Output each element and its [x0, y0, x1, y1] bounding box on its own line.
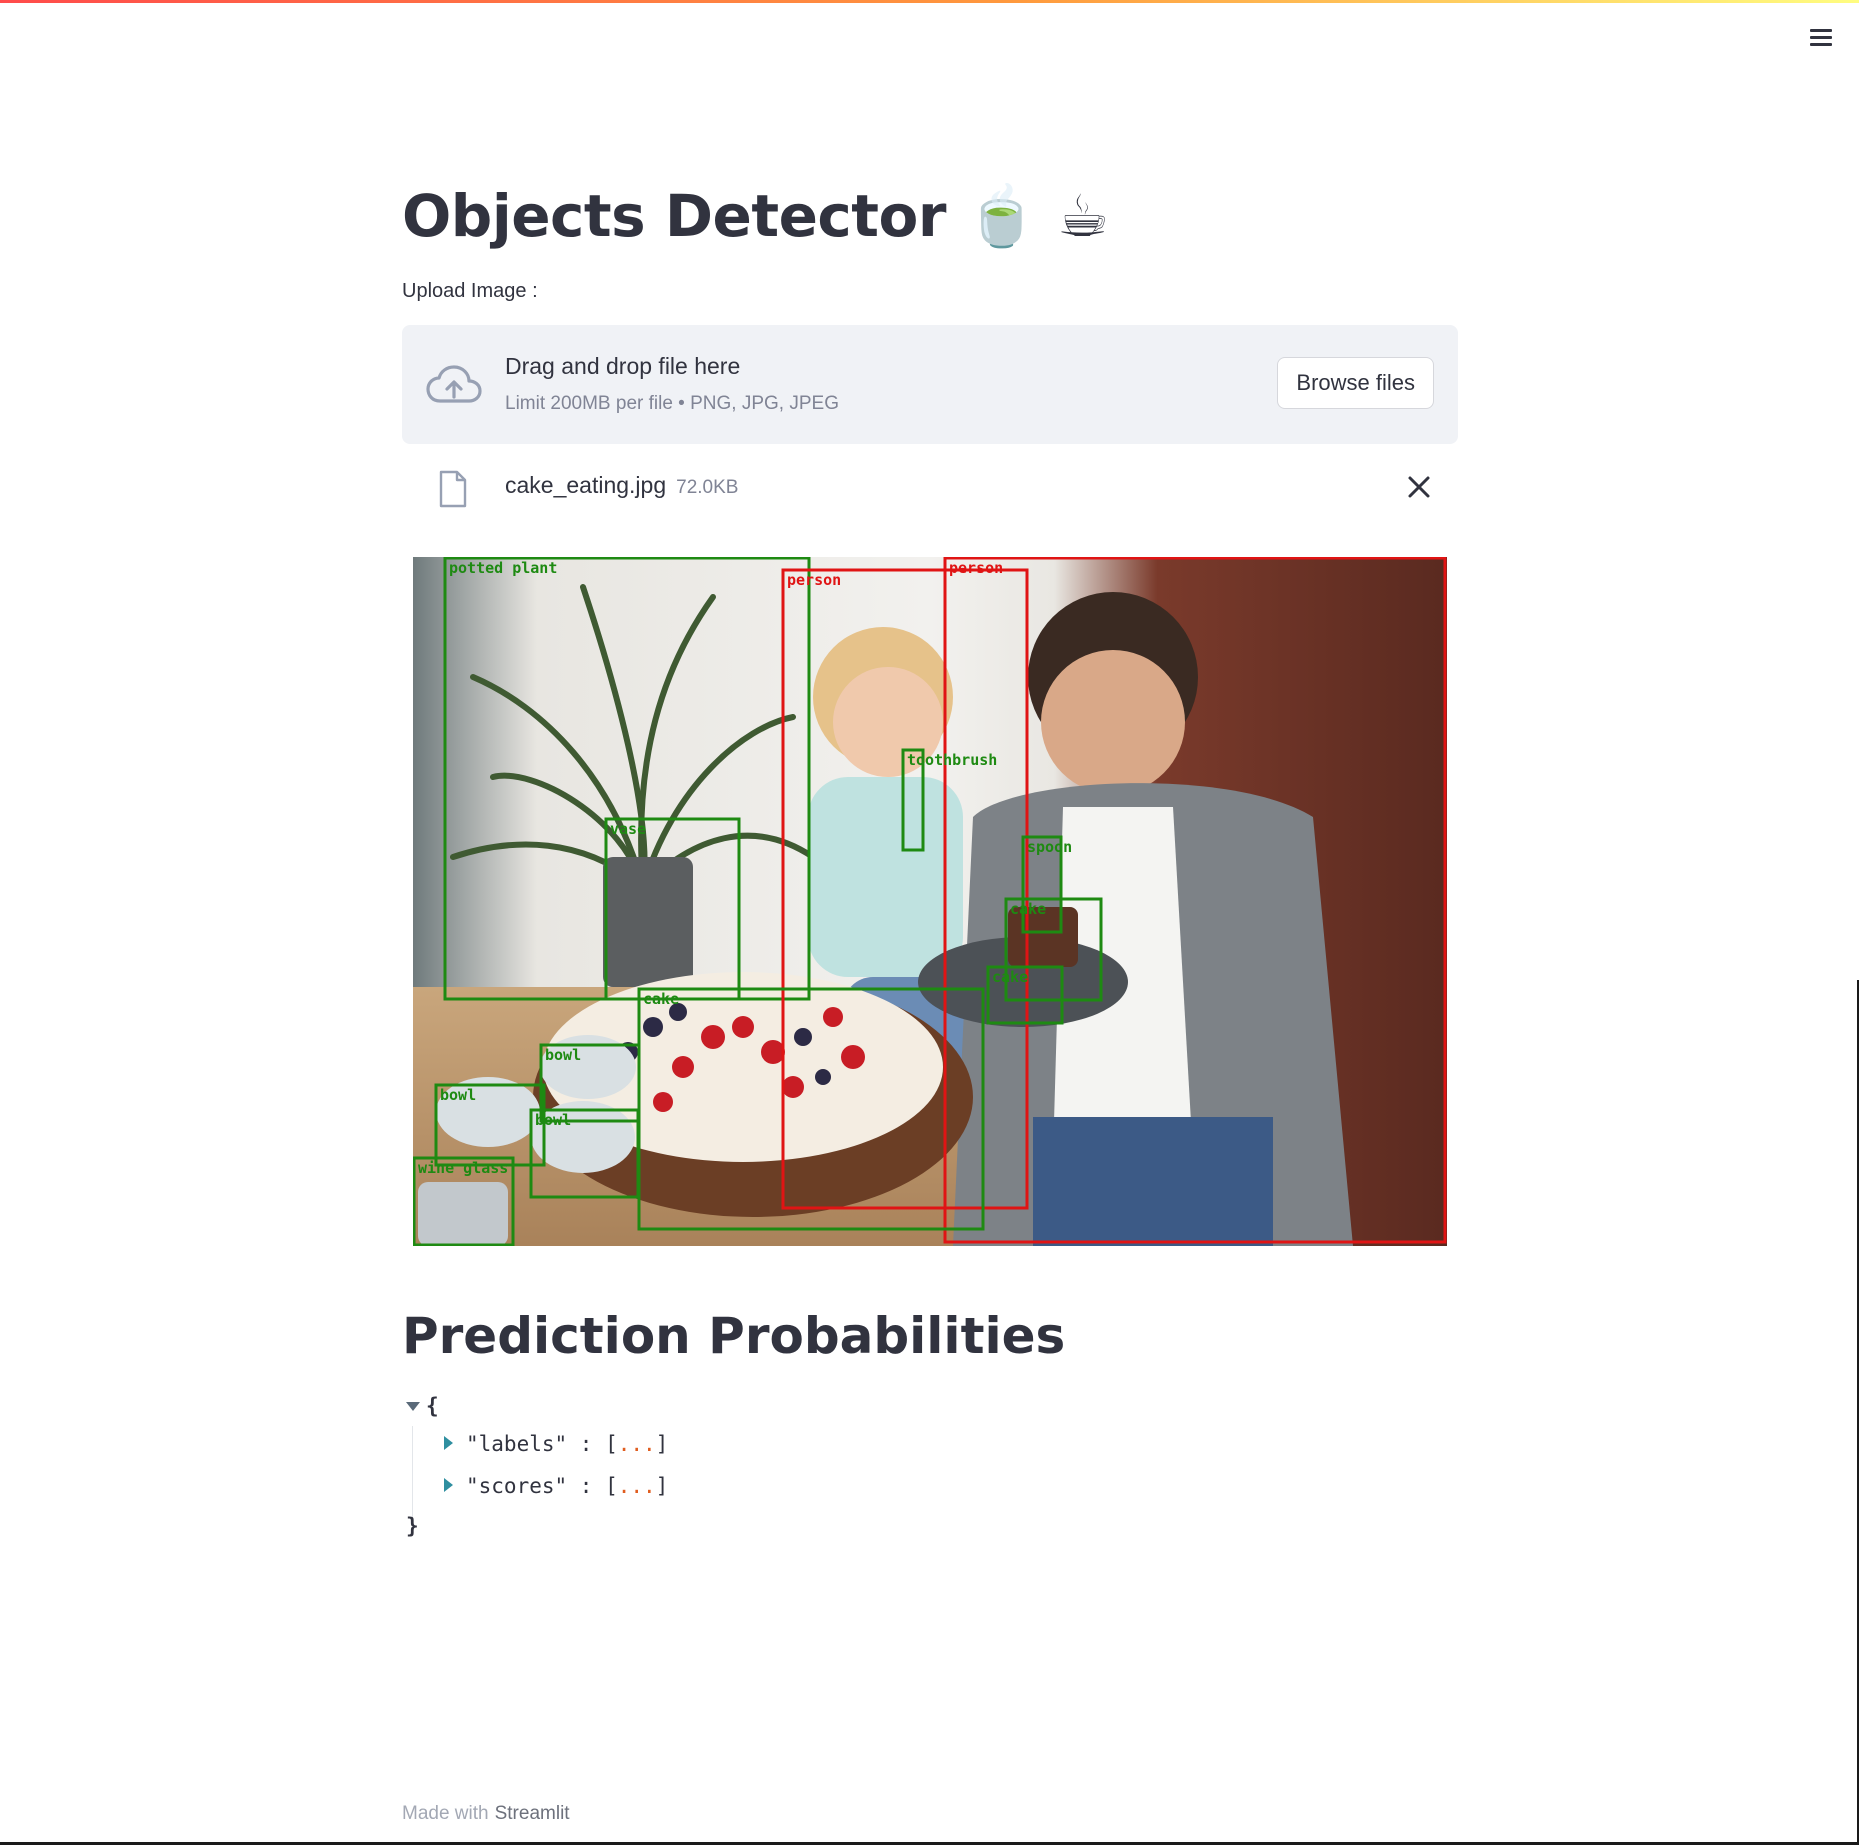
- json-key-labels: "labels": [466, 1432, 568, 1456]
- page-title: Objects Detector 🍵 ☕: [402, 182, 1109, 250]
- svg-text:bowl: bowl: [535, 1111, 571, 1129]
- file-size: 72.0KB: [676, 477, 739, 498]
- photo-man-face: [1041, 650, 1185, 794]
- photo-child-shirt: [808, 777, 963, 977]
- uploaded-file-name: cake_eating.jpg 72.0KB: [505, 472, 738, 499]
- upload-label: Upload Image :: [402, 280, 538, 302]
- json-viewer: { "labels" : [...] "scores" : [...] }: [402, 1394, 1002, 1554]
- footer-made-with: Made with: [402, 1803, 489, 1824]
- json-open-brace: {: [426, 1394, 439, 1418]
- svg-text:cake: cake: [643, 990, 679, 1008]
- json-key-scores: "scores": [466, 1474, 568, 1498]
- json-row-labels[interactable]: "labels" : [...]: [466, 1432, 668, 1456]
- footer-streamlit-link[interactable]: Streamlit: [495, 1803, 570, 1824]
- dropzone-title: Drag and drop file here: [505, 353, 741, 379]
- footer: Made with Streamlit: [402, 1803, 570, 1825]
- file-icon: [439, 470, 467, 508]
- svg-text:toothbrush: toothbrush: [907, 751, 997, 769]
- file-dropzone[interactable]: Drag and drop file here Limit 200MB per …: [402, 325, 1458, 444]
- collapse-root-toggle[interactable]: [406, 1402, 420, 1411]
- close-icon[interactable]: [1406, 474, 1432, 500]
- expand-scores-toggle[interactable]: [444, 1478, 453, 1492]
- app-root: Objects Detector 🍵 ☕ Upload Image : Drag…: [0, 0, 1859, 1845]
- json-close-brace: }: [406, 1514, 419, 1538]
- file-name-text: cake_eating.jpg: [505, 472, 667, 498]
- dropzone-limit-text: Limit 200MB per file • PNG, JPG, JPEG: [505, 393, 839, 414]
- json-row-scores[interactable]: "scores" : [...]: [466, 1474, 668, 1498]
- uploaded-file-row: cake_eating.jpg 72.0KB: [402, 462, 1458, 512]
- predictions-heading: Prediction Probabilities: [402, 1307, 1066, 1365]
- photo-man-jeans: [1033, 1117, 1273, 1246]
- photo-wine-glass: [418, 1182, 508, 1246]
- top-decoration-bar: [0, 0, 1859, 3]
- expand-labels-toggle[interactable]: [444, 1436, 453, 1450]
- svg-text:spoon: spoon: [1027, 838, 1072, 856]
- hamburger-menu-icon[interactable]: [1808, 26, 1836, 50]
- svg-text:bowl: bowl: [440, 1086, 476, 1104]
- svg-text:bowl: bowl: [545, 1046, 581, 1064]
- svg-text:person: person: [787, 571, 841, 589]
- detection-result-image: potted plant person person toothbrush va…: [413, 557, 1447, 1246]
- svg-text:cake: cake: [992, 968, 1028, 986]
- photo-vase: [603, 857, 693, 987]
- json-ellipsis-labels: ...: [617, 1432, 656, 1456]
- browse-files-button[interactable]: Browse files: [1277, 357, 1434, 409]
- annotated-photo: potted plant person person toothbrush va…: [413, 557, 1447, 1246]
- svg-text:potted plant: potted plant: [449, 559, 557, 577]
- cloud-upload-icon: [426, 365, 482, 403]
- json-indent-guide: [412, 1426, 413, 1522]
- json-ellipsis-scores: ...: [617, 1474, 656, 1498]
- svg-text:person: person: [949, 559, 1003, 577]
- svg-text:vase: vase: [610, 820, 646, 838]
- svg-text:wine glass: wine glass: [418, 1159, 508, 1177]
- svg-text:cake: cake: [1010, 900, 1046, 918]
